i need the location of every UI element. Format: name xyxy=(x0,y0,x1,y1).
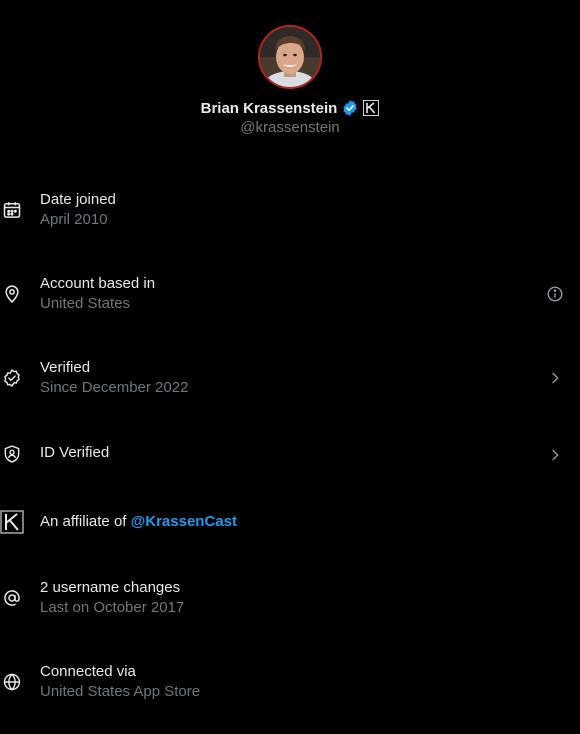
chevron-right-icon[interactable] xyxy=(544,444,566,466)
location-pin-icon xyxy=(1,283,23,305)
display-name[interactable]: Brian Krassenstein xyxy=(201,100,338,117)
id-shield-icon xyxy=(1,443,23,465)
row-date-joined-value: April 2010 xyxy=(40,211,108,228)
row-username-changes: 2 username changes Last on October 2017 xyxy=(0,578,580,622)
chevron-right-icon[interactable] xyxy=(544,367,566,389)
row-account-based-in-value: United States xyxy=(40,295,131,312)
row-account-based-in-label: Account based in xyxy=(40,275,156,292)
verified-check-icon xyxy=(1,367,23,389)
row-verified[interactable]: Verified Since December 2022 xyxy=(0,358,580,402)
row-connected-via: Connected via United States App Store xyxy=(0,662,580,706)
k-logo-icon xyxy=(0,510,24,534)
row-verified-value: Since December 2022 xyxy=(40,379,189,396)
row-id-verified[interactable]: ID Verified xyxy=(0,443,580,465)
row-id-verified-label: ID Verified xyxy=(40,444,110,461)
avatar[interactable] xyxy=(258,25,322,89)
name-row: Brian Krassenstein xyxy=(0,98,580,118)
row-connected-via-label: Connected via xyxy=(40,663,136,680)
row-date-joined-label: Date joined xyxy=(40,191,116,208)
at-sign-icon xyxy=(1,587,23,609)
profile-header: Brian Krassenstein @krassenstein xyxy=(0,25,580,136)
affiliate-k-logo-icon[interactable] xyxy=(363,100,380,116)
info-icon[interactable] xyxy=(544,283,566,305)
globe-icon xyxy=(1,671,23,693)
handle: @krassenstein xyxy=(240,119,340,136)
affiliate-prefix: An affiliate of xyxy=(40,513,131,530)
affiliate-link[interactable]: @KrassenCast xyxy=(131,513,237,530)
row-verified-label: Verified xyxy=(40,359,91,376)
row-username-changes-label: 2 username changes xyxy=(40,579,181,596)
row-username-changes-value: Last on October 2017 xyxy=(40,599,185,616)
row-connected-via-value: United States App Store xyxy=(40,683,201,700)
avatar-image xyxy=(260,27,320,87)
row-affiliate: An affiliate of @KrassenCast xyxy=(0,510,580,534)
row-date-joined: Date joined April 2010 xyxy=(0,190,580,234)
row-account-based-in: Account based in United States xyxy=(0,274,580,318)
row-affiliate-label: An affiliate of @KrassenCast xyxy=(40,512,237,532)
calendar-icon xyxy=(1,199,23,221)
verified-badge-icon[interactable] xyxy=(341,99,359,117)
